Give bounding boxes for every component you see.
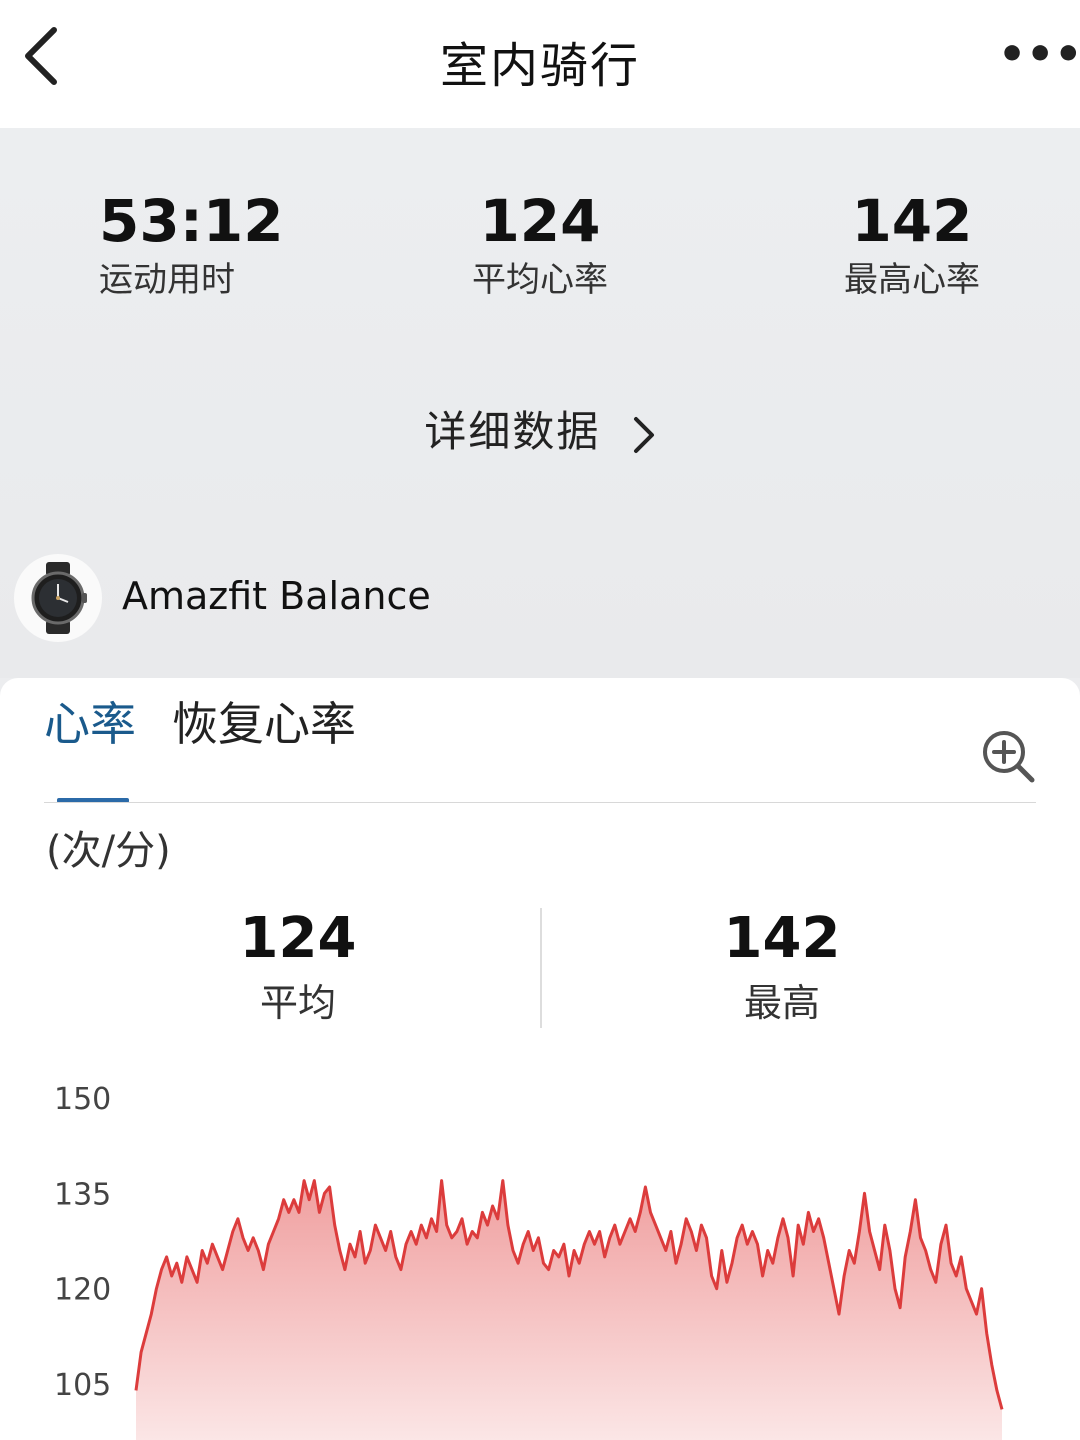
heart-rate-card: 心率 恢复心率 (次/分) 124 平均 142 最高 150 135 120 105 xyxy=(0,678,1080,1440)
chevron-right-icon xyxy=(633,416,654,453)
unit-label: (次/分) xyxy=(46,828,171,874)
card-avg-stat: 124 平均 xyxy=(178,906,418,1026)
card-max-stat: 142 最高 xyxy=(662,906,902,1026)
duration-label: 运动用时 xyxy=(99,260,235,300)
device-avatar xyxy=(14,554,102,642)
max-hr-value: 142 xyxy=(851,187,973,255)
detail-data-link[interactable]: 详细数据 xyxy=(0,398,1080,459)
nav-bar: 室内骑行 ••• xyxy=(0,0,1080,128)
avg-hr-label: 平均心率 xyxy=(472,260,608,300)
heart-rate-area xyxy=(136,1180,1002,1440)
detail-data-label: 详细数据 xyxy=(424,407,601,456)
zoom-in-icon xyxy=(983,731,1035,783)
y-tick-label: 135 xyxy=(54,1177,111,1212)
duration-stat: 53:12 运动用时 xyxy=(99,186,339,300)
stat-divider xyxy=(540,908,542,1028)
tab-recovery-heart-rate[interactable]: 恢复心率 xyxy=(172,696,356,752)
more-options-button[interactable]: ••• xyxy=(998,30,1080,80)
y-tick-label: 105 xyxy=(54,1368,111,1403)
heart-rate-chart[interactable]: 150 135 120 105 xyxy=(0,1058,1080,1440)
watch-icon xyxy=(31,562,87,634)
avg-hr-stat: 124 平均心率 xyxy=(420,186,660,300)
tab-heart-rate[interactable]: 心率 xyxy=(44,696,136,752)
max-hr-label: 最高心率 xyxy=(844,260,980,300)
workout-summary: 53:12 运动用时 124 平均心率 142 最高心率 详细数据 Amazfi… xyxy=(0,128,1080,678)
card-max-label: 最高 xyxy=(743,981,820,1025)
y-tick-label: 120 xyxy=(54,1273,111,1308)
tab-divider xyxy=(44,802,1036,803)
device-name: Amazfit Balance xyxy=(122,574,431,618)
max-hr-stat: 142 最高心率 xyxy=(792,186,1032,300)
card-avg-value: 124 xyxy=(239,906,357,971)
zoom-button[interactable] xyxy=(980,728,1036,784)
page-title: 室内骑行 xyxy=(439,38,640,94)
avg-hr-value: 124 xyxy=(479,187,601,255)
card-avg-label: 平均 xyxy=(259,981,336,1025)
duration-value: 53:12 xyxy=(99,187,284,255)
card-max-value: 142 xyxy=(723,906,841,971)
y-tick-label: 150 xyxy=(54,1082,111,1117)
